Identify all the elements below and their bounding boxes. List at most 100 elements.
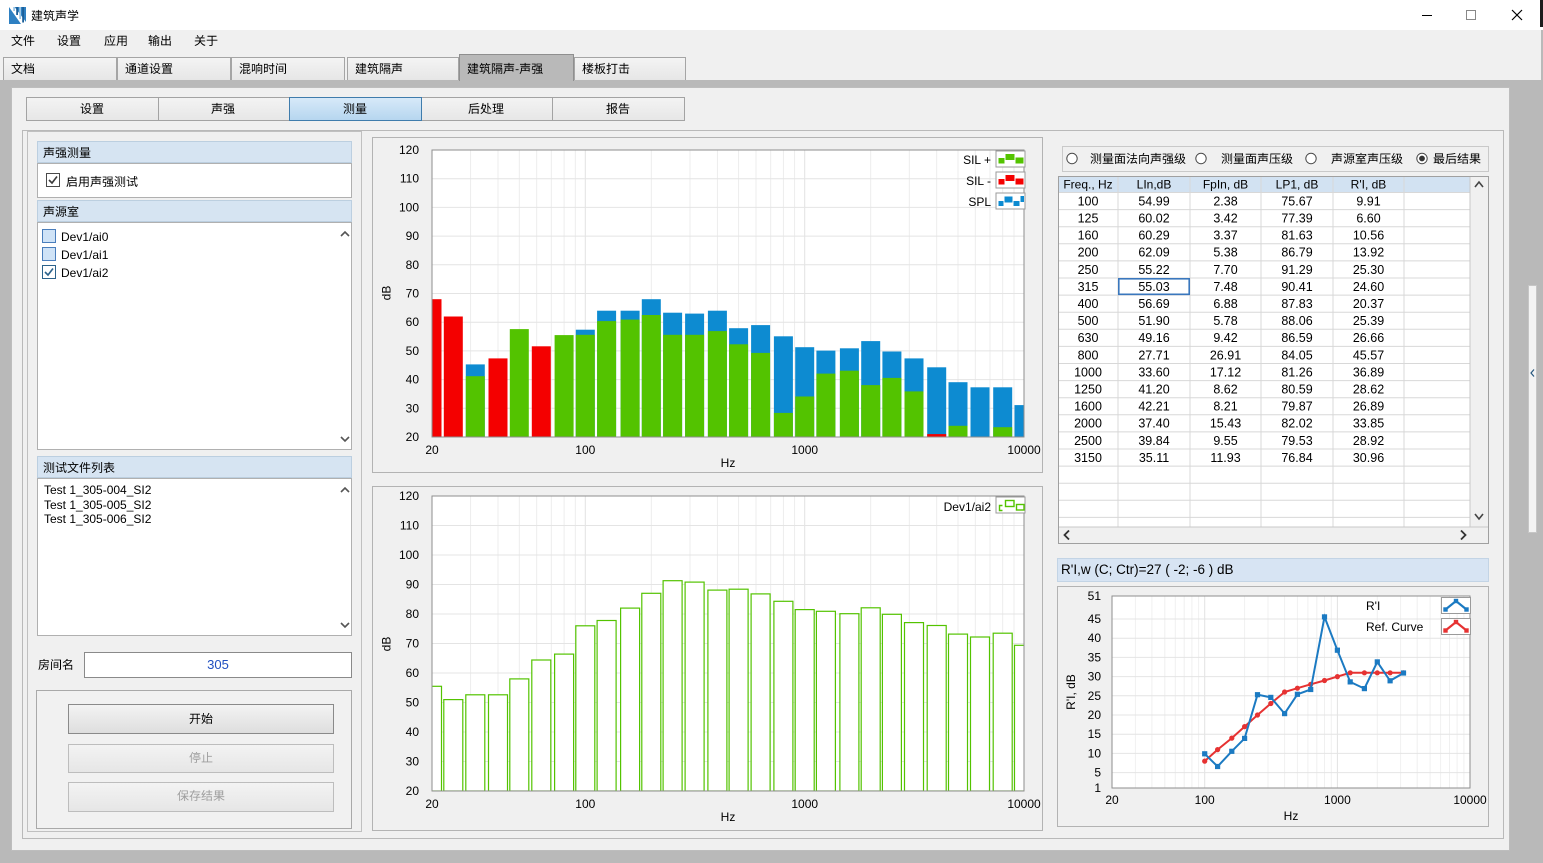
svg-text:24.60: 24.60	[1353, 280, 1384, 294]
svg-text:25: 25	[1088, 689, 1102, 703]
svg-text:37.40: 37.40	[1138, 417, 1169, 431]
svg-text:20: 20	[406, 784, 420, 798]
svg-text:100: 100	[575, 797, 595, 811]
svg-text:70: 70	[406, 637, 420, 651]
svg-text:26.89: 26.89	[1353, 400, 1384, 414]
svg-text:20: 20	[425, 797, 439, 811]
svg-text:2500: 2500	[1074, 434, 1102, 448]
svg-text:10000: 10000	[1007, 797, 1041, 811]
svg-text:11.93: 11.93	[1210, 451, 1240, 465]
svg-text:50: 50	[406, 344, 420, 358]
svg-text:SIL +: SIL +	[963, 153, 991, 167]
svg-text:54.99: 54.99	[1138, 194, 1169, 208]
svg-text:55.22: 55.22	[1138, 263, 1169, 277]
svg-text:100: 100	[1195, 793, 1215, 807]
svg-text:39.84: 39.84	[1138, 434, 1169, 448]
svg-text:3.37: 3.37	[1213, 229, 1237, 243]
svg-text:56.69: 56.69	[1138, 297, 1169, 311]
svg-text:630: 630	[1078, 331, 1099, 345]
svg-text:10.56: 10.56	[1353, 229, 1384, 243]
svg-text:82.02: 82.02	[1281, 417, 1312, 431]
svg-text:110: 110	[400, 172, 419, 186]
svg-text:60: 60	[406, 315, 420, 329]
svg-text:79.53: 79.53	[1281, 434, 1312, 448]
svg-text:25.30: 25.30	[1353, 263, 1384, 277]
svg-text:500: 500	[1078, 314, 1099, 328]
svg-text:5.78: 5.78	[1213, 314, 1237, 328]
svg-text:10: 10	[1088, 746, 1102, 760]
svg-text:9.42: 9.42	[1213, 331, 1237, 345]
svg-text:84.05: 84.05	[1281, 348, 1312, 362]
svg-text:76.84: 76.84	[1281, 451, 1312, 465]
svg-text:FpIn, dB: FpIn, dB	[1203, 178, 1248, 192]
svg-text:27.71: 27.71	[1138, 348, 1169, 362]
svg-text:45.57: 45.57	[1353, 348, 1384, 362]
svg-text:55.03: 55.03	[1138, 280, 1169, 294]
svg-text:28.62: 28.62	[1353, 383, 1384, 397]
svg-text:20.37: 20.37	[1353, 297, 1384, 311]
svg-text:2000: 2000	[1074, 417, 1102, 431]
svg-text:36.89: 36.89	[1353, 365, 1384, 379]
svg-text:40: 40	[406, 373, 420, 387]
svg-text:30.96: 30.96	[1353, 451, 1384, 465]
svg-text:90: 90	[406, 578, 420, 592]
svg-text:100: 100	[1078, 194, 1099, 208]
svg-text:R'I: R'I	[1366, 599, 1380, 613]
svg-text:30: 30	[406, 755, 420, 769]
svg-text:dB: dB	[380, 286, 394, 301]
svg-text:87.83: 87.83	[1281, 297, 1312, 311]
svg-text:3150: 3150	[1074, 451, 1102, 465]
svg-text:110: 110	[400, 519, 419, 533]
svg-text:315: 315	[1078, 280, 1099, 294]
svg-text:91.29: 91.29	[1281, 263, 1312, 277]
svg-text:Freq., Hz: Freq., Hz	[1063, 178, 1112, 192]
svg-text:62.09: 62.09	[1138, 246, 1169, 260]
svg-text:R'I, dB: R'I, dB	[1064, 674, 1078, 710]
svg-text:1000: 1000	[1324, 793, 1351, 807]
svg-text:49.16: 49.16	[1138, 331, 1169, 345]
svg-text:200: 200	[1078, 246, 1099, 260]
svg-text:SIL -: SIL -	[966, 174, 991, 188]
svg-text:8.62: 8.62	[1213, 383, 1237, 397]
svg-text:120: 120	[399, 143, 419, 157]
svg-text:Hz: Hz	[1284, 809, 1299, 823]
svg-text:45: 45	[1088, 612, 1102, 626]
svg-text:20: 20	[425, 443, 439, 457]
svg-text:80: 80	[406, 607, 420, 621]
svg-text:9.55: 9.55	[1213, 434, 1237, 448]
svg-text:SPL: SPL	[968, 195, 991, 209]
svg-text:10000: 10000	[1007, 443, 1041, 457]
svg-text:13.92: 13.92	[1353, 246, 1384, 260]
svg-text:60.02: 60.02	[1138, 212, 1169, 226]
svg-text:40: 40	[406, 725, 420, 739]
svg-text:51: 51	[1088, 589, 1102, 603]
svg-text:1000: 1000	[1074, 365, 1102, 379]
svg-text:7.48: 7.48	[1213, 280, 1237, 294]
svg-text:15.43: 15.43	[1210, 417, 1241, 431]
svg-text:10000: 10000	[1453, 793, 1487, 807]
svg-text:9.91: 9.91	[1356, 194, 1380, 208]
svg-text:Ref. Curve: Ref. Curve	[1366, 620, 1424, 634]
svg-text:33.85: 33.85	[1353, 417, 1384, 431]
svg-text:dB: dB	[380, 637, 394, 652]
svg-text:60.29: 60.29	[1138, 229, 1169, 243]
svg-text:Hz: Hz	[721, 810, 736, 824]
svg-text:120: 120	[399, 489, 419, 503]
svg-text:LIn,dB: LIn,dB	[1137, 178, 1172, 192]
svg-text:1000: 1000	[791, 797, 818, 811]
svg-text:81.63: 81.63	[1281, 229, 1312, 243]
svg-text:25.39: 25.39	[1353, 314, 1384, 328]
svg-text:15: 15	[1088, 727, 1102, 741]
svg-text:800: 800	[1078, 348, 1099, 362]
svg-text:100: 100	[575, 443, 595, 457]
svg-text:26.66: 26.66	[1353, 331, 1384, 345]
svg-text:51.90: 51.90	[1138, 314, 1169, 328]
svg-text:3.42: 3.42	[1213, 212, 1237, 226]
svg-text:86.79: 86.79	[1281, 246, 1312, 260]
svg-text:30: 30	[1088, 670, 1102, 684]
svg-text:100: 100	[399, 548, 419, 562]
svg-text:81.26: 81.26	[1281, 365, 1312, 379]
svg-text:5.38: 5.38	[1213, 246, 1237, 260]
svg-text:125: 125	[1078, 212, 1099, 226]
svg-text:Dev1/ai2: Dev1/ai2	[944, 500, 992, 514]
